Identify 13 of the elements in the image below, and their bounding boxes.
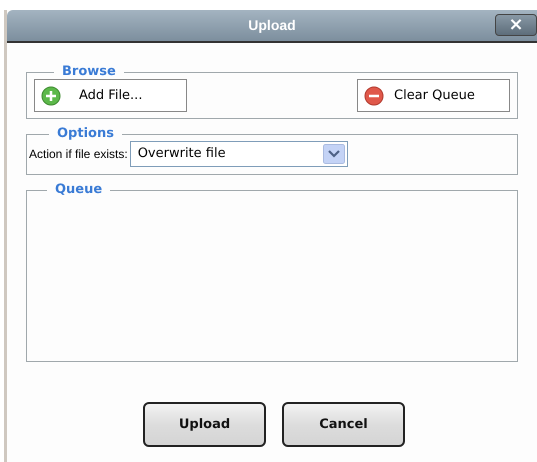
group-legend: Options <box>49 127 122 141</box>
dialog-button[interactable]: Cancel <box>282 402 405 447</box>
field-label: Action if file exists: <box>29 146 128 163</box>
plus-icon <box>41 86 61 106</box>
dialog-button[interactable]: Upload <box>143 402 266 447</box>
minus-icon <box>364 86 384 106</box>
clear-queue-button[interactable]: Clear Queue <box>357 79 510 112</box>
close-button[interactable]: × <box>495 14 537 36</box>
window-title: Upload <box>248 16 296 35</box>
group-legend: Browse <box>54 65 124 79</box>
add-file-button[interactable]: Add File... <box>34 79 187 112</box>
group-legend: Queue <box>47 183 110 197</box>
action-select[interactable]: Overwrite file <box>130 141 348 167</box>
